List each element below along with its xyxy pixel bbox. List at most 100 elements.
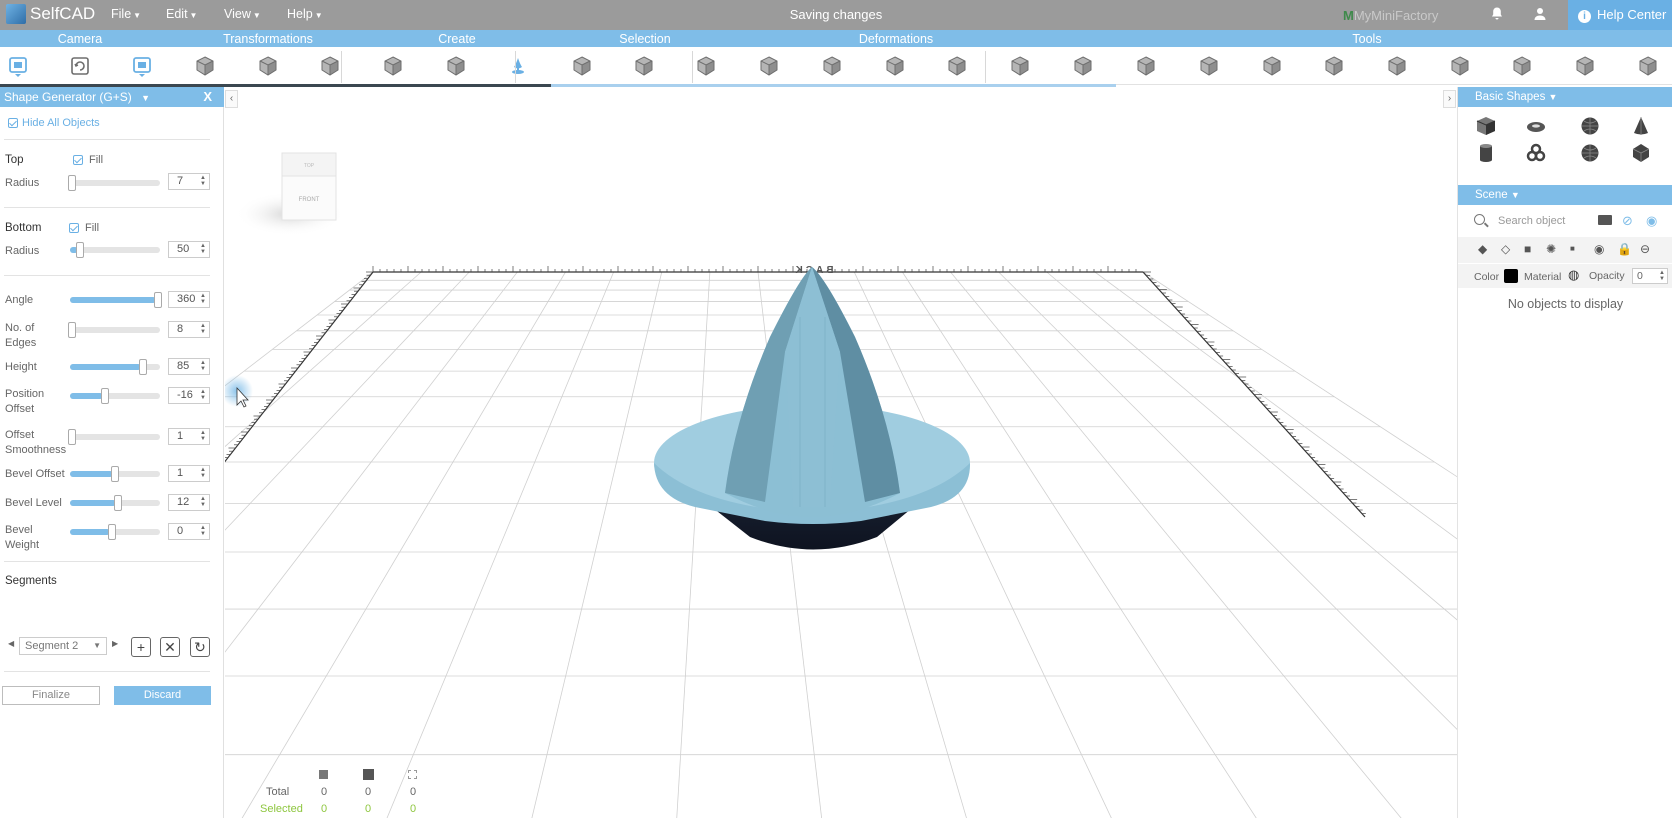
param-input[interactable]: 8 ▲ ▼ [168, 321, 210, 338]
spinner-icon[interactable]: ▲ ▼ [200, 430, 206, 442]
menu-view[interactable]: View ▼ [224, 7, 261, 21]
geosphere-icon[interactable] [1579, 142, 1601, 164]
param-slider[interactable] [70, 524, 160, 540]
cone-icon[interactable] [1630, 115, 1652, 137]
boolean-icon[interactable] [1072, 55, 1094, 77]
slider-knob[interactable] [111, 466, 119, 482]
wireframe-mode-icon[interactable]: ◇ [1501, 242, 1510, 256]
selfcad-logo[interactable]: SelfCAD [6, 4, 95, 24]
extrude-icon[interactable] [758, 55, 780, 77]
hide-all-checkbox[interactable] [8, 118, 18, 128]
subdivide-icon[interactable] [1261, 55, 1283, 77]
add-segment-button[interactable]: + [131, 637, 151, 657]
collapse-right-panel-icon[interactable]: › [1443, 90, 1456, 108]
mymini-factory-link[interactable]: MMyMiniFactory [1343, 8, 1438, 23]
slider-knob[interactable] [76, 242, 84, 258]
scale-icon[interactable] [257, 55, 279, 77]
cube-icon[interactable] [1475, 115, 1497, 137]
hide-selected-icon[interactable]: ⊘ [1622, 213, 1633, 229]
slider-knob[interactable] [139, 359, 147, 375]
bend-icon[interactable] [1009, 55, 1031, 77]
slider-knob[interactable] [68, 429, 76, 445]
notification-icon[interactable] [1488, 6, 1506, 24]
param-slider[interactable] [70, 359, 160, 375]
create-shape-icon[interactable] [445, 55, 467, 77]
param-slider[interactable] [70, 292, 162, 308]
discard-button[interactable]: Discard [114, 686, 211, 705]
color-swatch[interactable] [1504, 269, 1518, 283]
dodecahedron-icon[interactable] [1630, 142, 1652, 164]
cylinder-icon[interactable] [1475, 142, 1497, 164]
scene-header[interactable]: Scene ▼ [1458, 185, 1672, 205]
spinner-icon[interactable]: ▲ ▼ [200, 389, 206, 401]
stitch-icon[interactable] [1198, 55, 1220, 77]
param-input[interactable]: 1 ▲ ▼ [168, 428, 210, 445]
bottom-fill-checkbox[interactable] [69, 223, 79, 233]
search-object-input[interactable]: Search object [1458, 209, 1593, 233]
param-slider[interactable] [70, 388, 160, 404]
camera-home-icon[interactable] [7, 55, 29, 77]
param-slider[interactable] [68, 429, 160, 445]
group-toggle-icon[interactable] [1598, 215, 1612, 225]
create-3d-text-icon[interactable] [382, 55, 404, 77]
spinner-icon[interactable]: ▲ ▼ [200, 243, 206, 255]
menu-help[interactable]: Help ▼ [287, 7, 323, 21]
show-all-icon[interactable]: ◉ [1646, 213, 1657, 229]
sphere-icon[interactable] [1579, 115, 1601, 137]
torus-knot-icon[interactable] [1525, 142, 1547, 164]
sculpt-icon[interactable] [1637, 55, 1659, 77]
taper-icon[interactable] [884, 55, 906, 77]
visibility-icon[interactable]: ◉ [1594, 242, 1604, 256]
spinner-icon[interactable]: ▲ ▼ [200, 525, 206, 537]
point-icon[interactable]: ■ [1570, 242, 1575, 256]
spinner-icon[interactable]: ▲ ▼ [200, 360, 206, 372]
menu-edit[interactable]: Edit ▼ [166, 7, 197, 21]
param-input[interactable]: 0 ▲ ▼ [168, 523, 210, 540]
top-radius-input[interactable]: 7 ▲ ▼ [168, 173, 210, 190]
material-icon[interactable]: ◍ [1568, 267, 1579, 283]
panel-title-dropdown[interactable]: ▼ [141, 93, 150, 103]
segment-prev-icon[interactable]: ◀ [8, 639, 14, 648]
shape-generator-icon[interactable] [507, 55, 529, 77]
collapse-left-panel-icon[interactable]: ‹ [225, 90, 238, 108]
close-icon[interactable]: X [203, 87, 212, 107]
panel-header[interactable]: Shape Generator (G+S) ▼ X [0, 87, 224, 107]
menu-file[interactable]: File ▼ [111, 7, 141, 21]
spinner-icon[interactable]: ▲ ▼ [200, 175, 206, 187]
param-slider[interactable] [70, 466, 160, 482]
segment-select[interactable]: Segment 2 ▼ [19, 637, 107, 655]
select-edge-icon[interactable] [695, 55, 717, 77]
camera-focus-icon[interactable] [131, 55, 153, 77]
segment-next-icon[interactable]: ▶ [112, 639, 118, 648]
solid-mode-icon[interactable]: ■ [1524, 242, 1531, 256]
spinner-icon[interactable]: ▲ ▼ [200, 293, 206, 305]
param-slider[interactable] [70, 495, 160, 511]
hollow-icon[interactable] [1135, 55, 1157, 77]
torus-icon[interactable] [1525, 115, 1547, 137]
array-icon[interactable] [1386, 55, 1408, 77]
top-radius-slider[interactable] [68, 175, 160, 191]
user-icon[interactable] [1531, 6, 1549, 24]
bevel-icon[interactable] [821, 55, 843, 77]
slider-knob[interactable] [101, 388, 109, 404]
spinner-icon[interactable]: ▲ ▼ [200, 323, 206, 335]
basic-shapes-header[interactable]: Basic Shapes ▼ [1458, 87, 1672, 107]
spinner-icon[interactable]: ▲ ▼ [200, 467, 206, 479]
slice-icon[interactable] [1511, 55, 1533, 77]
param-input[interactable]: 85 ▲ ▼ [168, 358, 210, 375]
param-input[interactable]: 12 ▲ ▼ [168, 494, 210, 511]
material-mode-icon[interactable]: ✺ [1546, 242, 1556, 256]
finalize-button[interactable]: Finalize [2, 686, 100, 705]
bottom-radius-input[interactable]: 50 ▲ ▼ [168, 241, 210, 258]
view-cube[interactable]: TOP FRONT [281, 152, 337, 221]
param-input[interactable]: 360 ▲ ▼ [168, 291, 210, 308]
lock-icon[interactable]: 🔒 [1617, 242, 1632, 256]
help-center-button[interactable]: i Help Center [1568, 0, 1672, 30]
select-object-icon[interactable] [571, 55, 593, 77]
reset-segment-button[interactable]: ↻ [190, 637, 210, 657]
object-mode-icon[interactable]: ◆ [1478, 242, 1487, 256]
slider-knob[interactable] [68, 175, 76, 191]
3d-viewport[interactable]: TOP FRONT BACK ‹ › [225, 87, 1457, 818]
spinner-icon[interactable]: ▲ ▼ [1659, 270, 1665, 282]
rotate-icon[interactable] [319, 55, 341, 77]
